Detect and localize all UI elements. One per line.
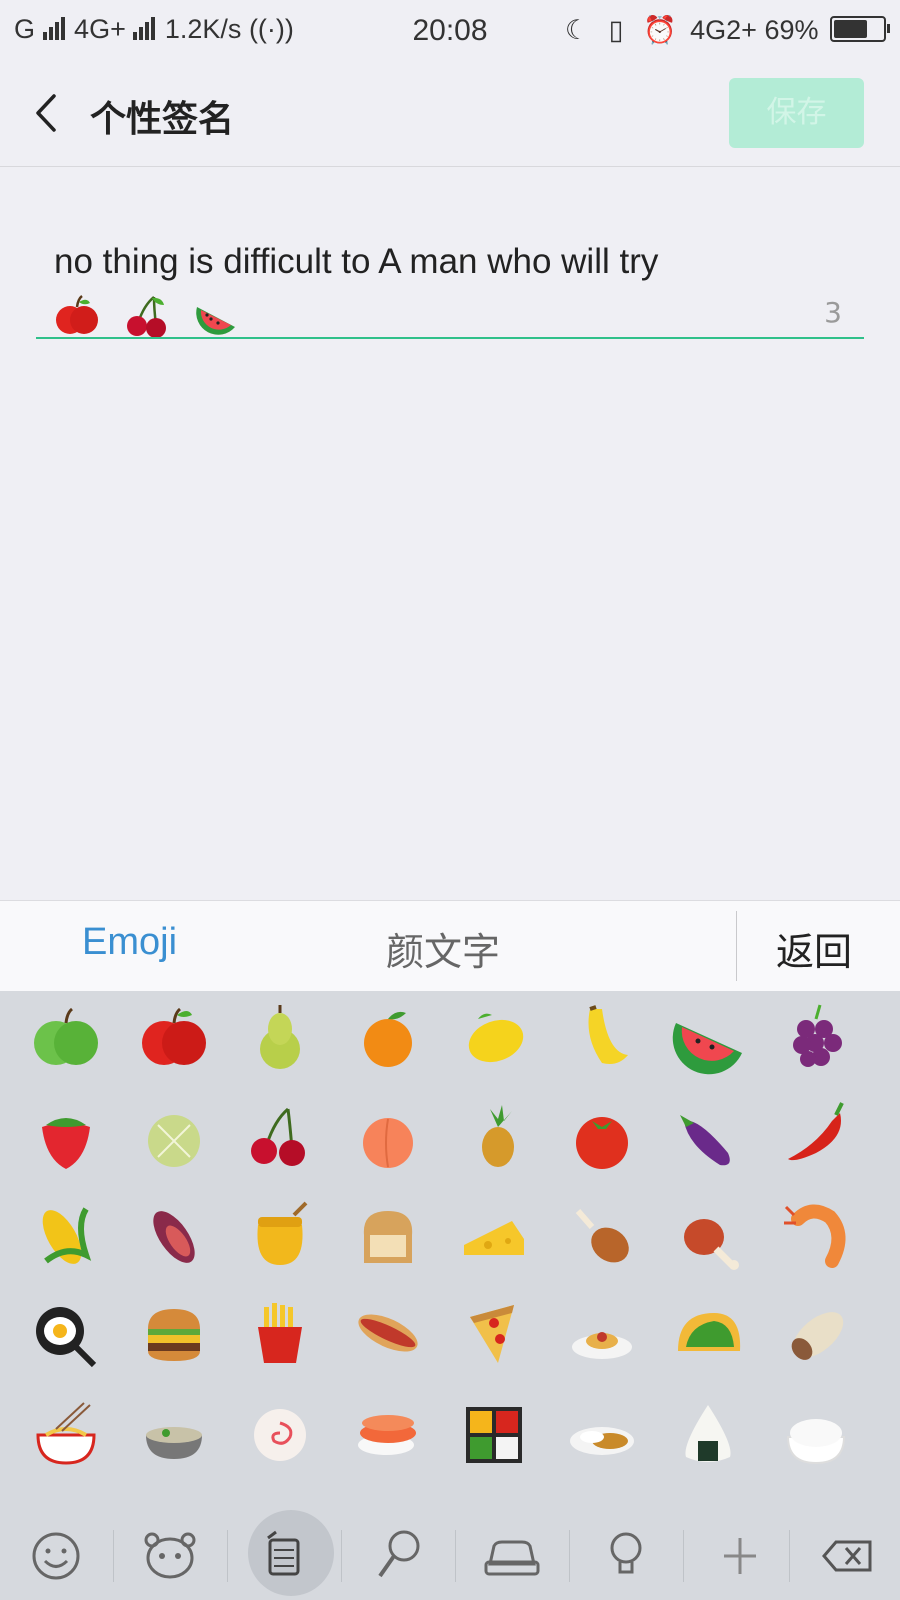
sweet-potato-icon[interactable] <box>134 1195 214 1275</box>
watermelon-icon[interactable] <box>668 997 748 1077</box>
sushi-icon[interactable] <box>348 1393 428 1473</box>
burrito-icon[interactable] <box>776 1293 856 1373</box>
fried-shrimp-icon[interactable] <box>776 1195 856 1275</box>
pizza-icon[interactable] <box>454 1293 534 1373</box>
strawberry-icon[interactable] <box>26 1097 106 1177</box>
category-travel-icon[interactable] <box>456 1516 568 1596</box>
network2-label: 4G2+ <box>690 15 757 45</box>
alarm-icon: ⏰ <box>642 15 677 45</box>
meat-on-bone-icon[interactable] <box>668 1195 748 1275</box>
banana-icon[interactable] <box>562 997 642 1077</box>
cooking-egg-icon[interactable] <box>26 1293 106 1373</box>
signature-text: no thing is difficult to A man who will … <box>54 242 659 281</box>
input-underline <box>36 337 864 339</box>
nav-header: 个性签名 保存 <box>0 60 900 167</box>
poultry-leg-icon[interactable] <box>562 1195 642 1275</box>
status-right: ☾ ▯ ⏰ 4G2+ 69% <box>559 14 890 46</box>
spaghetti-icon[interactable] <box>562 1293 642 1373</box>
category-sports-icon[interactable] <box>342 1516 454 1596</box>
battery-icon <box>830 16 890 42</box>
hamburger-icon[interactable] <box>134 1293 214 1373</box>
backspace-icon[interactable] <box>790 1516 900 1596</box>
grapes-icon[interactable] <box>776 997 856 1077</box>
bread-icon[interactable] <box>348 1195 428 1275</box>
char-counter: 3 <box>824 296 842 329</box>
tab-divider <box>736 911 737 981</box>
rice-ball-icon[interactable] <box>668 1393 748 1473</box>
page-title: 个性签名 <box>90 99 235 140</box>
cherries-icon <box>124 293 170 339</box>
watermelon-icon <box>193 293 239 339</box>
back-button[interactable] <box>28 90 68 136</box>
melon-icon[interactable] <box>134 1097 214 1177</box>
hot-pepper-icon[interactable] <box>776 1097 856 1177</box>
emoji-grid <box>0 991 900 1512</box>
bento-icon[interactable] <box>454 1393 534 1473</box>
eggplant-icon[interactable] <box>668 1097 748 1177</box>
emoji-category-bar <box>0 1510 900 1600</box>
curry-rice-icon[interactable] <box>562 1393 642 1473</box>
hotdog-icon[interactable] <box>348 1293 428 1373</box>
tab-emoji[interactable]: Emoji <box>82 921 177 964</box>
peach-icon[interactable] <box>348 1097 428 1177</box>
category-smiley-icon[interactable] <box>0 1516 112 1596</box>
return-button[interactable]: 返回 <box>776 921 852 976</box>
tangerine-icon[interactable] <box>348 997 428 1077</box>
apple-icon <box>54 293 100 339</box>
stew-icon[interactable] <box>134 1393 214 1473</box>
pineapple-icon[interactable] <box>454 1097 534 1177</box>
save-button[interactable]: 保存 <box>729 78 864 148</box>
tab-kaomoji[interactable]: 颜文字 <box>386 921 500 976</box>
moon-icon: ☾ <box>564 15 590 45</box>
status-bar: G 4G+ 1.2K/s ((·)) 20:08 ☾ ▯ ⏰ 4G2+ 69% <box>0 0 900 60</box>
cheese-icon[interactable] <box>454 1195 534 1275</box>
chevron-left-icon <box>36 94 56 132</box>
apple-red-icon[interactable] <box>134 997 214 1077</box>
cooked-rice-icon[interactable] <box>776 1393 856 1473</box>
battery-label: 69% <box>764 15 819 45</box>
tomato-icon[interactable] <box>562 1097 642 1177</box>
category-symbols-icon[interactable] <box>684 1516 796 1596</box>
lemon-icon[interactable] <box>454 997 534 1077</box>
ramen-icon[interactable] <box>26 1393 106 1473</box>
emoji-tab-bar: Emoji 颜文字 返回 <box>0 900 900 992</box>
category-objects-icon[interactable] <box>570 1516 682 1596</box>
cherries-icon[interactable] <box>240 1097 320 1177</box>
corn-icon[interactable] <box>26 1195 106 1275</box>
category-food-icon[interactable] <box>228 1516 340 1596</box>
honey-pot-icon[interactable] <box>240 1195 320 1275</box>
pear-icon[interactable] <box>240 997 320 1077</box>
vibrate-icon: ▯ <box>608 15 624 45</box>
taco-icon[interactable] <box>668 1293 748 1373</box>
apple-green-icon[interactable] <box>26 997 106 1077</box>
fish-cake-icon[interactable] <box>240 1393 320 1473</box>
category-animal-icon[interactable] <box>114 1516 226 1596</box>
signature-input[interactable]: no thing is difficult to A man who will … <box>54 236 854 340</box>
fries-icon[interactable] <box>240 1293 320 1373</box>
